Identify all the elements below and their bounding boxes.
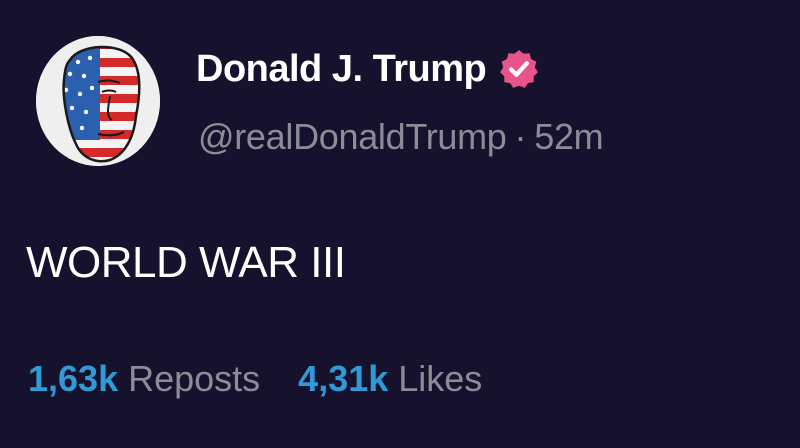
- author-display-name[interactable]: Donald J. Trump: [196, 48, 487, 91]
- avatar[interactable]: [36, 36, 160, 166]
- post-stats: 1,63k Reposts 4,31k Likes: [28, 358, 482, 400]
- flag-portrait-avatar-icon: [36, 36, 160, 166]
- likes-stat[interactable]: 4,31k Likes: [298, 358, 482, 400]
- meta-separator: ·: [514, 116, 527, 157]
- author-name-row: Donald J. Trump: [196, 44, 540, 94]
- verified-badge-icon: [498, 48, 540, 90]
- likes-label: Likes: [398, 358, 483, 399]
- post-body-text: WORLD WAR III: [26, 238, 346, 287]
- author-handle[interactable]: @realDonaldTrump: [198, 116, 507, 157]
- likes-count: 4,31k: [298, 358, 389, 399]
- reposts-label: Reposts: [128, 358, 261, 399]
- reposts-count: 1,63k: [28, 358, 119, 399]
- post-timestamp[interactable]: 52m: [534, 116, 603, 157]
- reposts-stat[interactable]: 1,63k Reposts: [28, 358, 260, 400]
- author-meta-row: @realDonaldTrump · 52m: [198, 116, 604, 158]
- post-card: Donald J. Trump @realDonaldTrump · 52m WOR…: [0, 0, 800, 448]
